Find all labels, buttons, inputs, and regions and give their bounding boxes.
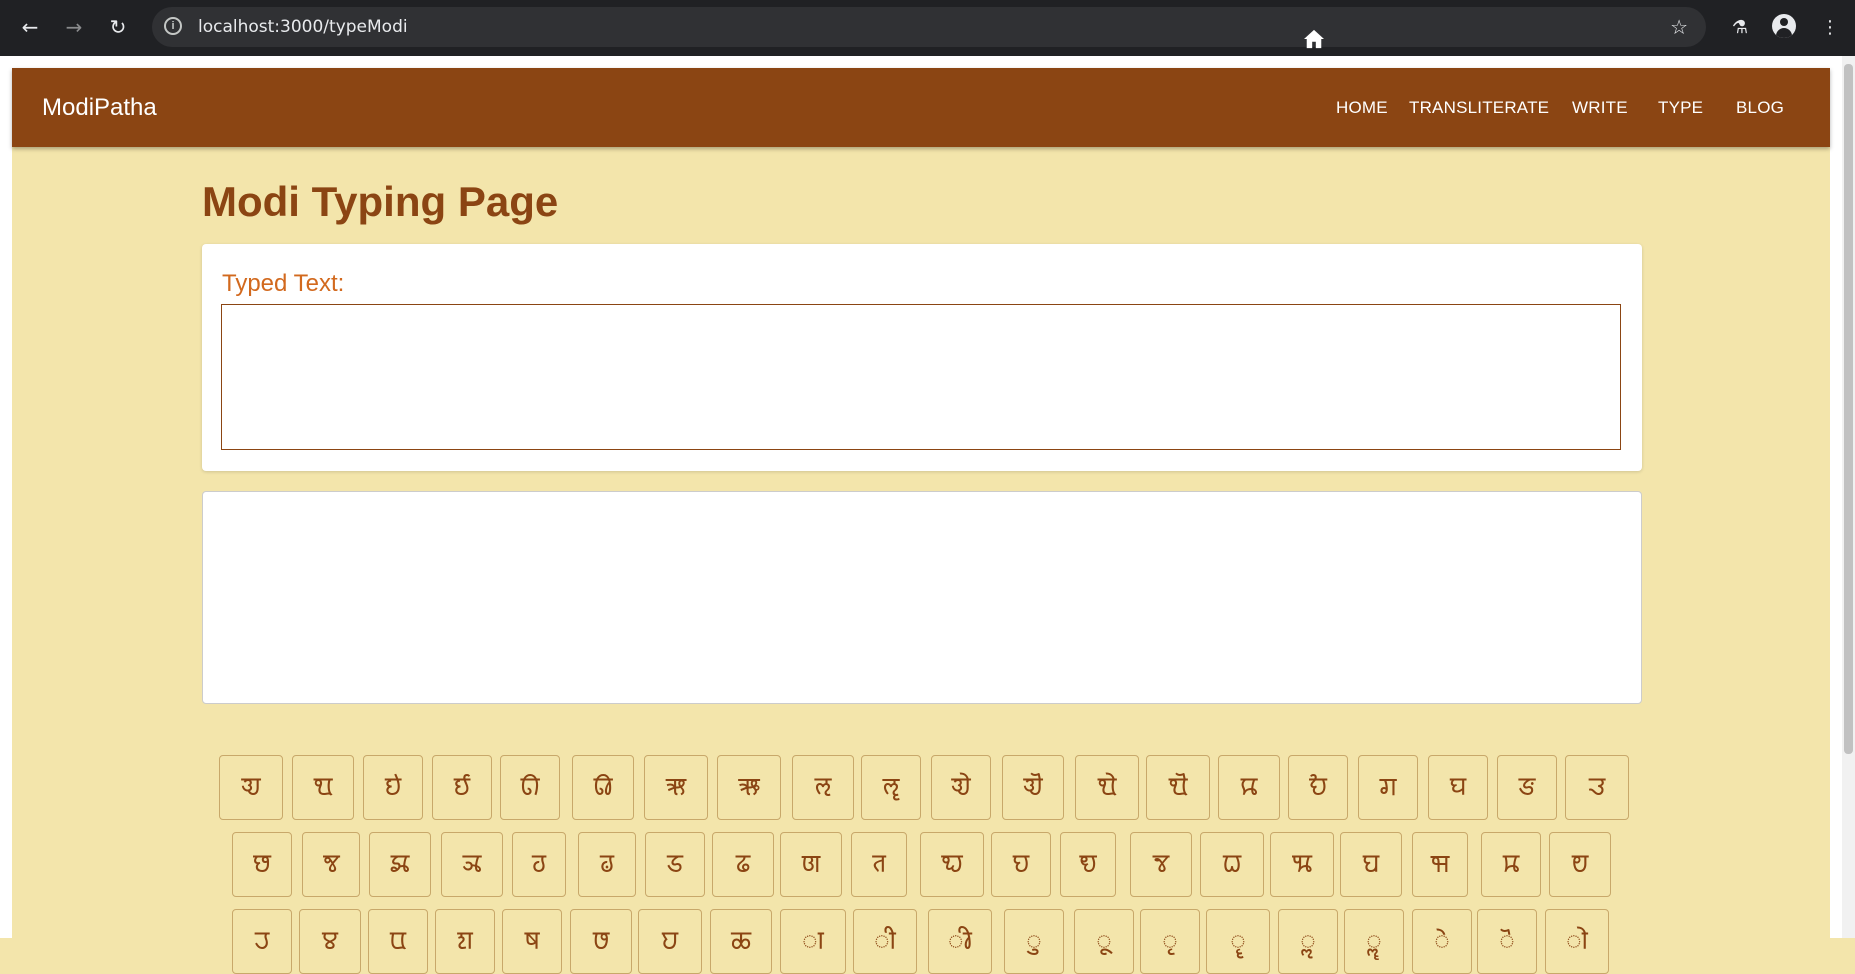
keyboard-key[interactable]: 𑘹	[1412, 909, 1472, 974]
nav-transliterate[interactable]: TRANSLITERATE	[1409, 68, 1549, 147]
home-icon[interactable]	[1303, 29, 1325, 49]
keyboard-key[interactable]: 𑘖	[369, 832, 431, 897]
keyboard-key[interactable]: 𑘱	[853, 909, 917, 974]
keyboard-key[interactable]: 𑘟	[991, 832, 1051, 897]
keyboard-key[interactable]: 𑘅	[572, 755, 634, 820]
profile-avatar-icon[interactable]	[1772, 14, 1796, 38]
keyboard-key[interactable]: 𑘨	[232, 909, 292, 974]
scrollbar[interactable]	[1842, 56, 1855, 938]
keyboard-key[interactable]: 𑘦	[1481, 832, 1541, 897]
keyboard-key[interactable]: 𑘐	[1358, 755, 1418, 820]
modi-input-area[interactable]	[202, 491, 1642, 704]
keyboard-key[interactable]: 𑘑	[1428, 755, 1488, 820]
forward-icon[interactable]: →	[60, 13, 88, 41]
keyboard-key[interactable]: 𑘶	[1206, 909, 1270, 974]
keyboard-key[interactable]: 𑘊	[931, 755, 991, 820]
scrollbar-thumb[interactable]	[1844, 64, 1853, 754]
keyboard-key[interactable]: 𑘍	[1146, 755, 1210, 820]
keyboard-key[interactable]: 𑘞	[920, 832, 984, 897]
keyboard-key[interactable]: 𑘩	[299, 909, 361, 974]
keyboard-key[interactable]: 𑘜	[780, 832, 842, 897]
keyboard-key[interactable]: 𑘄	[500, 755, 560, 820]
keyboard-key[interactable]: 𑘓	[1565, 755, 1629, 820]
more-menu-icon[interactable]: ⋮	[1816, 14, 1844, 42]
keyboard-key[interactable]: 𑘛	[712, 832, 774, 897]
keyboard-key[interactable]: 𑘡	[1130, 832, 1192, 897]
typed-text-output	[221, 304, 1621, 450]
brand-logo[interactable]: ModiPatha	[42, 68, 157, 147]
keyboard-key[interactable]: 𑘒	[1497, 755, 1557, 820]
keyboard-key[interactable]: 𑘷	[1278, 909, 1338, 974]
keyboard-key[interactable]: 𑘀	[219, 755, 283, 820]
keyboard-key[interactable]: 𑘉	[861, 755, 921, 820]
keyboard-key[interactable]: 𑘮	[638, 909, 702, 974]
back-icon[interactable]: ←	[16, 13, 44, 41]
keyboard-key[interactable]: 𑘃	[432, 755, 492, 820]
nav-type[interactable]: TYPE	[1658, 68, 1703, 147]
keyboard-key[interactable]: 𑘴	[1074, 909, 1134, 974]
app-navbar: ModiPatha	[12, 68, 1830, 147]
keyboard-key[interactable]: 𑘏	[1288, 755, 1348, 820]
address-bar[interactable]: i localhost:3000/typeModi ☆	[152, 7, 1706, 47]
keyboard-key[interactable]: 𑘸	[1344, 909, 1404, 974]
keyboard-key[interactable]: 𑘘	[512, 832, 566, 897]
keyboard-key[interactable]: 𑘚	[645, 832, 705, 897]
keyboard-key[interactable]: 𑘰	[780, 909, 846, 974]
nav-home[interactable]: HOME	[1336, 68, 1388, 147]
keyboard-key[interactable]: 𑘺	[1477, 909, 1537, 974]
keyboard-key[interactable]: 𑘗	[441, 832, 503, 897]
keyboard-key[interactable]: 𑘳	[1004, 909, 1064, 974]
keyboard-key[interactable]: 𑘬	[502, 909, 562, 974]
keyboard-key[interactable]: 𑘥	[1412, 832, 1468, 897]
keyboard-key[interactable]: 𑘝	[851, 832, 907, 897]
keyboard-key[interactable]: 𑘲	[928, 909, 992, 974]
labs-flask-icon[interactable]: ⚗	[1726, 14, 1754, 42]
keyboard-key[interactable]: 𑘋	[1002, 755, 1064, 820]
keyboard-key[interactable]: 𑘁	[292, 755, 354, 820]
keyboard-key[interactable]: 𑘕	[302, 832, 360, 897]
keyboard-key[interactable]: 𑘔	[232, 832, 292, 897]
keyboard-key[interactable]: 𑘙	[578, 832, 636, 897]
typed-text-label: Typed Text:	[222, 270, 345, 297]
browser-toolbar: ← → ↻ i localhost:3000/typeModi ☆ ⚗ ⋮	[0, 0, 1855, 56]
keyboard-key[interactable]: 𑘇	[717, 755, 781, 820]
keyboard-key[interactable]: 𑘧	[1549, 832, 1611, 897]
keyboard-key[interactable]: 𑘎	[1218, 755, 1280, 820]
site-info-icon[interactable]: i	[164, 17, 182, 35]
url-text[interactable]: localhost:3000/typeModi	[198, 7, 408, 47]
keyboard-key[interactable]: 𑘆	[644, 755, 708, 820]
keyboard-key[interactable]: 𑘈	[792, 755, 854, 820]
keyboard-key[interactable]: 𑘪	[368, 909, 428, 974]
bookmark-star-icon[interactable]: ☆	[1670, 7, 1688, 47]
nav-write[interactable]: WRITE	[1572, 68, 1628, 147]
keyboard-key[interactable]: 𑘵	[1140, 909, 1200, 974]
keyboard-key[interactable]: 𑘂	[363, 755, 423, 820]
keyboard-key[interactable]: 𑘤	[1340, 832, 1402, 897]
page-title: Modi Typing Page	[202, 178, 559, 225]
keyboard-key[interactable]: 𑘌	[1075, 755, 1139, 820]
keyboard-key[interactable]: 𑘫	[435, 909, 495, 974]
nav-blog[interactable]: BLOG	[1736, 68, 1784, 147]
keyboard-key[interactable]: 𑘣	[1270, 832, 1334, 897]
keyboard-key[interactable]: 𑘭	[570, 909, 632, 974]
keyboard-key[interactable]: 𑘻	[1545, 909, 1609, 974]
keyboard-key[interactable]: 𑘢	[1200, 832, 1264, 897]
keyboard-key[interactable]: 𑘯	[710, 909, 772, 974]
reload-icon[interactable]: ↻	[104, 13, 132, 41]
keyboard-key[interactable]: 𑘠	[1060, 832, 1116, 897]
typed-text-card: Typed Text:	[202, 244, 1642, 471]
